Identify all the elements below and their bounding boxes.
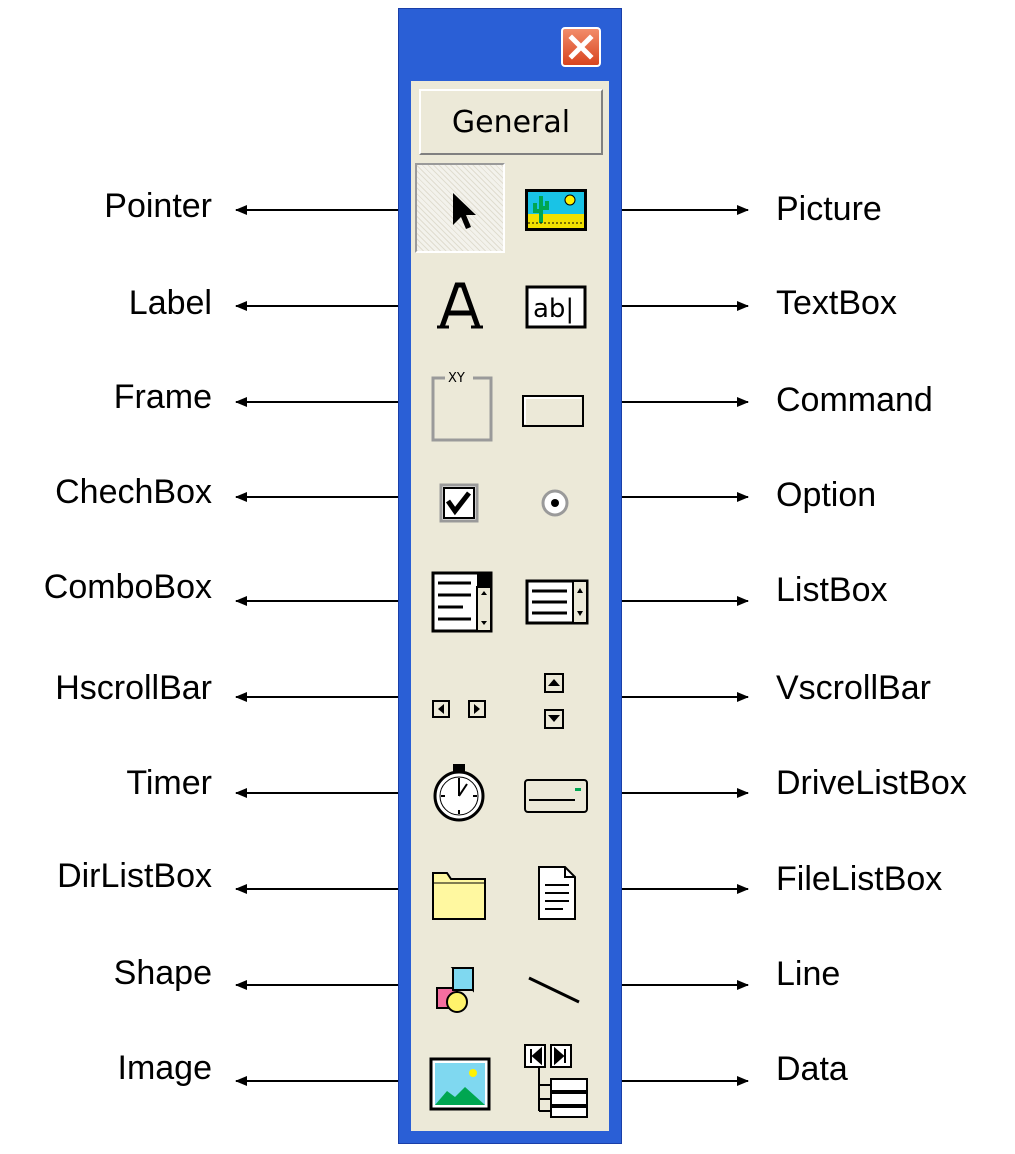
label-a-icon [437,282,483,329]
tool-command[interactable] [511,358,601,448]
command-button-icon [522,395,584,427]
pointer-arrow-icon [453,193,476,229]
checkbox-icon [439,483,479,523]
tool-listbox[interactable] [511,551,601,641]
label-shape: Shape [113,954,212,992]
label-timer: Timer [126,764,212,802]
file-document-icon [538,866,576,920]
shapes-icon [436,967,474,1013]
label-line: Line [776,955,841,993]
toolbox-window: General ab| XY [398,8,622,1144]
tab-general[interactable]: General [419,89,603,155]
tool-frame[interactable]: XY [415,358,505,448]
tool-option[interactable] [511,455,601,545]
label-pointer: Pointer [104,187,212,225]
label-data: Data [776,1050,848,1088]
label-textbox: TextBox [776,284,897,322]
tool-combobox[interactable] [415,551,505,641]
tool-vscrollbar[interactable] [511,648,601,738]
tool-label[interactable] [415,261,505,351]
label-option: Option [776,476,877,514]
label-chechbox: ChechBox [55,473,212,511]
label-vscrollbar: VscrollBar [776,669,931,707]
tool-picture[interactable] [511,163,601,253]
picture-box-icon [525,189,587,231]
svg-text:ab|: ab| [533,294,574,324]
label-listbox: ListBox [776,571,888,609]
tool-data[interactable] [511,1033,601,1123]
label-command: Command [776,381,933,419]
hscrollbar-icon [432,700,486,718]
tool-shape[interactable] [415,938,505,1028]
tool-dirlistbox[interactable] [415,841,505,931]
vscrollbar-icon [544,673,564,729]
label-combobox: ComboBox [43,568,212,606]
textbox-ab-icon: ab| [525,285,587,329]
svg-text:XY: XY [448,371,465,386]
tool-checkbox[interactable] [415,455,505,545]
label-dirlistbox: DirListBox [57,857,212,895]
close-icon [568,34,594,60]
tool-line[interactable] [511,938,601,1028]
tool-drivelistbox[interactable] [511,744,601,834]
frame-xy-icon: XY [431,371,493,442]
drive-listbox-icon [524,779,588,813]
listbox-icon [525,579,589,625]
tool-hscrollbar[interactable] [415,648,505,738]
image-icon [429,1057,491,1111]
tool-timer[interactable] [415,744,505,834]
tool-image[interactable] [415,1033,505,1123]
tool-pointer[interactable] [415,163,505,253]
timer-stopwatch-icon [433,764,485,822]
label-drivelistbox: DriveListBox [776,764,967,802]
tool-filelistbox[interactable] [511,841,601,931]
label-picture: Picture [776,190,882,228]
folder-icon [432,872,486,920]
label-image: Image [117,1049,213,1087]
combobox-icon [431,571,493,633]
label-filelistbox: FileListBox [776,860,943,898]
label-label: Label [128,284,212,322]
close-button[interactable] [561,27,601,67]
toolbox-panel: General ab| XY [411,81,609,1131]
label-frame: Frame [113,378,212,416]
option-button-icon [541,489,569,517]
line-icon [528,976,580,1004]
data-control-icon [524,1044,588,1118]
label-hscrollbar: HscrollBar [55,669,212,707]
tool-textbox[interactable]: ab| [511,261,601,351]
